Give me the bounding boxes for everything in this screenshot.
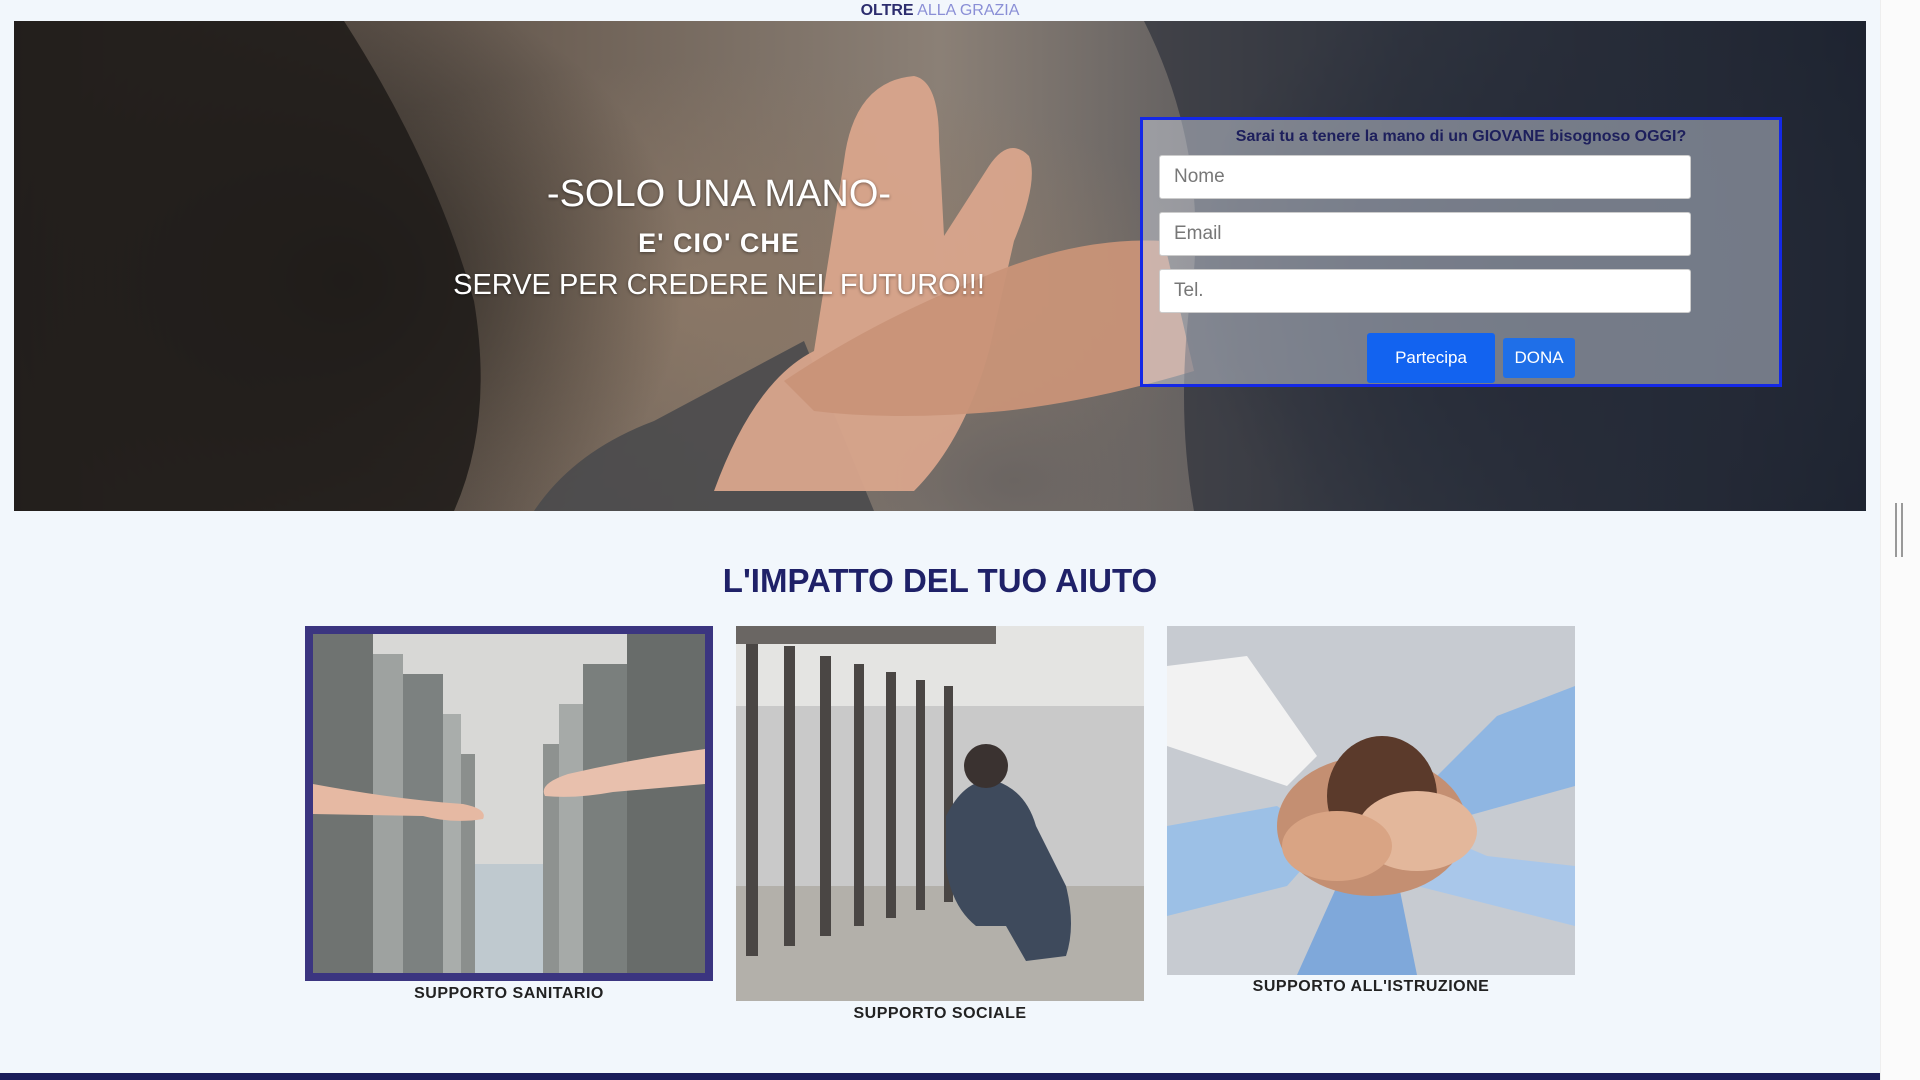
- hero-banner: -SOLO UNA MANO- E' CIO' CHE SERVE PER CR…: [14, 21, 1866, 511]
- page-scrollbar[interactable]: [1880, 0, 1920, 1080]
- scrollbar-handle[interactable]: [1895, 503, 1903, 557]
- card-image-reaching-hands[interactable]: [305, 626, 713, 981]
- reaching-hands-image: [313, 634, 705, 973]
- card-image-sitting-person[interactable]: [736, 626, 1144, 1001]
- impact-section-title: L'IMPATTO DEL TUO AIUTO: [722, 562, 1158, 599]
- stacked-hands-image: [1167, 626, 1575, 975]
- logo-text-oltre: OLTRE: [860, 2, 914, 19]
- phone-input[interactable]: [1159, 269, 1691, 313]
- hero-text-block: -SOLO UNA MANO- E' CIO' CHE SERVE PER CR…: [374, 171, 1064, 305]
- card-label: SUPPORTO ALL'ISTRUZIONE: [1252, 978, 1490, 995]
- hero-subtitle: SERVE PER CREDERE NEL FUTURO!!!: [453, 269, 985, 301]
- footer-bar: [0, 1073, 1880, 1080]
- card-image-stacked-hands[interactable]: [1167, 626, 1575, 975]
- logo-text-alla-grazia: ALLA GRAZIA: [917, 2, 1020, 19]
- hero-title: -SOLO UNA MANO-: [546, 173, 892, 215]
- card-label: SUPPORTO SOCIALE: [853, 1005, 1027, 1022]
- form-question: Sarai tu a tenere la mano di un GIOVANE …: [1235, 128, 1687, 145]
- partecipa-button[interactable]: Partecipa: [1367, 333, 1495, 383]
- name-input[interactable]: [1159, 155, 1691, 199]
- email-input[interactable]: [1159, 212, 1691, 256]
- card-label: SUPPORTO SANITARIO: [414, 985, 604, 1002]
- signup-form: Sarai tu a tenere la mano di un GIOVANE …: [1140, 117, 1782, 387]
- site-logo[interactable]: OLTRE ALLA GRAZIA: [0, 0, 1880, 21]
- dona-button[interactable]: DONA: [1503, 338, 1575, 378]
- hero-subtitle-bold: E' CIO' CHE: [638, 228, 800, 258]
- sitting-person-image: [736, 626, 1144, 1001]
